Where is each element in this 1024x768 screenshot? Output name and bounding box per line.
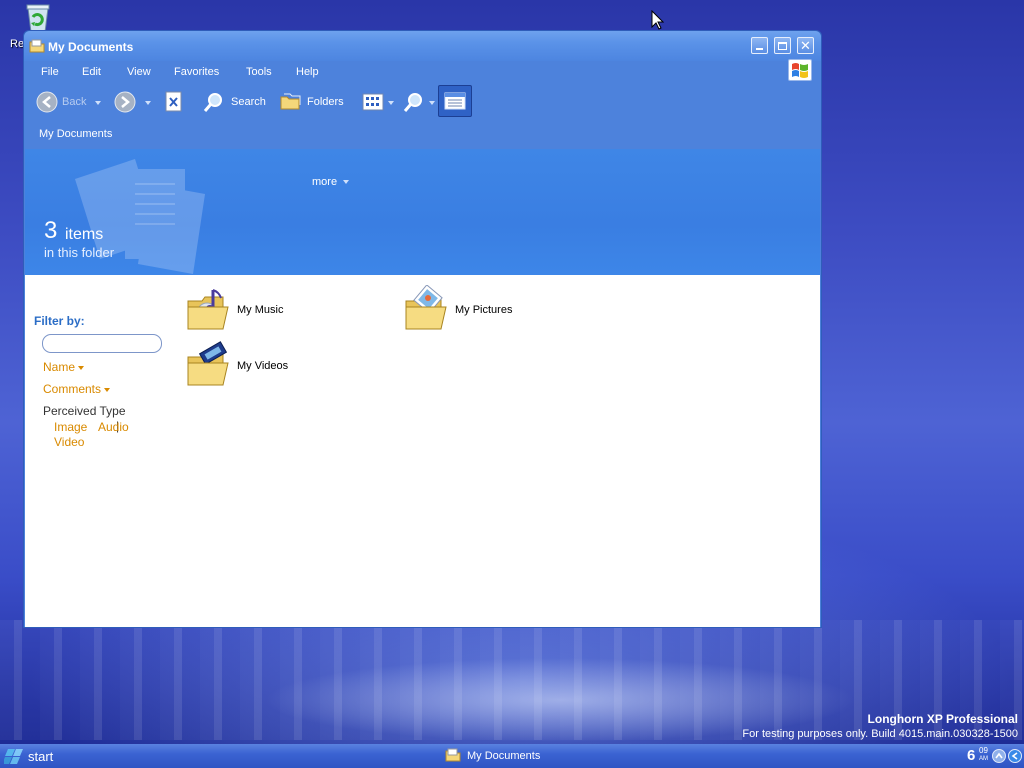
windows-logo-icon — [788, 59, 812, 81]
filter-search-input[interactable] — [42, 334, 162, 353]
videos-folder-icon — [185, 341, 233, 392]
menu-tools[interactable]: Tools — [246, 66, 272, 78]
forward-arrow-icon — [114, 91, 136, 116]
folder-banner: more 3 items in this folder — [25, 149, 820, 275]
maximize-button[interactable] — [774, 37, 791, 54]
filter-type-image[interactable]: Image — [54, 420, 87, 434]
taskbar-button-my-documents[interactable]: My Documents — [440, 746, 590, 766]
filter-comments-label: Comments — [43, 382, 102, 396]
taskbar-button-label: My Documents — [467, 750, 541, 762]
forward-dropdown-icon — [145, 101, 151, 105]
filter-title: Filter by: — [34, 314, 85, 328]
menu-file[interactable]: File — [41, 66, 59, 78]
menu-view[interactable]: View — [127, 66, 151, 78]
zoom-dropdown-icon — [429, 101, 435, 105]
build-watermark-text: For testing purposes only. Build 4015.ma… — [742, 728, 1018, 740]
close-button[interactable]: ✕ — [797, 37, 814, 54]
forward-button[interactable] — [114, 89, 154, 115]
item-count: 3 — [44, 217, 58, 244]
menu-bar: File Edit View Favorites Tools Help — [24, 61, 821, 83]
menu-help[interactable]: Help — [296, 66, 319, 78]
tray-chevron-left-icon[interactable] — [1008, 749, 1022, 763]
search-button[interactable]: Search — [202, 89, 268, 115]
more-link[interactable]: more — [312, 176, 350, 188]
item-count-subtitle: in this folder — [44, 245, 115, 260]
filter-type-audio[interactable]: Audio — [98, 420, 129, 434]
start-label: start — [28, 749, 54, 764]
folder-item-my-pictures[interactable]: My Pictures — [403, 284, 553, 336]
build-watermark-title: Longhorn XP Professional — [867, 712, 1018, 726]
taskbar: start My Documents 6 09 AM — [0, 744, 1024, 768]
views-button[interactable] — [362, 89, 396, 115]
folder-item-label: My Videos — [237, 360, 289, 372]
filter-name-link[interactable]: Name — [43, 360, 85, 374]
delete-icon — [164, 91, 184, 116]
item-count-unit: items — [65, 226, 104, 243]
music-folder-icon — [185, 285, 233, 336]
delete-button[interactable] — [164, 89, 186, 115]
views-icon — [362, 93, 384, 114]
preview-pane-button[interactable] — [438, 85, 472, 117]
magnifier-icon — [402, 92, 424, 117]
folder-item-label: My Pictures — [455, 304, 513, 316]
more-label: more — [312, 176, 338, 188]
menu-edit[interactable]: Edit — [82, 66, 101, 78]
name-dropdown-icon — [78, 365, 85, 370]
search-icon — [202, 92, 224, 117]
title-bar[interactable]: My Documents ✕ — [24, 31, 821, 61]
tray-up-arrow-icon[interactable] — [992, 749, 1006, 763]
explorer-window: My Documents ✕ File Edit View Favorites … — [23, 30, 822, 628]
chevron-down-icon — [343, 180, 350, 185]
comments-dropdown-icon — [104, 387, 111, 392]
folder-icon — [445, 748, 461, 765]
views-dropdown-icon — [388, 101, 394, 105]
zoom-button[interactable] — [402, 89, 436, 115]
filter-type-video[interactable]: Video — [54, 435, 84, 449]
folders-button[interactable]: Folders — [280, 89, 348, 115]
window-title: My Documents — [48, 40, 134, 54]
back-arrow-icon — [36, 91, 58, 116]
recycle-bin-label[interactable]: Re — [10, 38, 24, 50]
address-breadcrumb[interactable]: My Documents — [39, 128, 112, 140]
folders-label: Folders — [307, 96, 344, 108]
folders-icon — [280, 92, 302, 115]
back-label: Back — [62, 96, 87, 108]
maximize-icon — [778, 41, 787, 50]
folder-item-my-videos[interactable]: My Videos — [185, 341, 335, 391]
clock-ampm: AM — [979, 756, 988, 762]
start-button[interactable]: start — [0, 744, 70, 768]
toolbar: Back Search Folders — [24, 83, 821, 123]
close-icon: ✕ — [800, 38, 811, 53]
minimize-icon — [756, 47, 763, 50]
folder-item-label: My Music — [237, 304, 284, 316]
back-button[interactable]: Back — [34, 89, 104, 115]
start-logo-icon — [2, 747, 26, 768]
back-dropdown-icon — [95, 101, 101, 105]
folder-item-my-music[interactable]: My Music — [185, 285, 335, 335]
perceived-type-label: Perceived Type — [43, 404, 126, 418]
mouse-cursor-icon — [651, 9, 665, 33]
folder-content: Filter by: Name Comments Perceived Type … — [25, 275, 820, 627]
system-tray: 6 09 AM — [962, 744, 1024, 768]
folder-icon — [29, 39, 45, 56]
minimize-button[interactable] — [751, 37, 768, 54]
search-label: Search — [231, 96, 266, 108]
menu-favorites[interactable]: Favorites — [174, 66, 219, 78]
filter-comments-link[interactable]: Comments — [43, 382, 111, 396]
pictures-folder-icon — [403, 284, 451, 336]
clock-hour[interactable]: 6 — [967, 747, 975, 764]
filter-name-label: Name — [43, 360, 76, 374]
preview-pane-icon — [444, 92, 466, 113]
clock-minute: 09 — [979, 746, 988, 755]
